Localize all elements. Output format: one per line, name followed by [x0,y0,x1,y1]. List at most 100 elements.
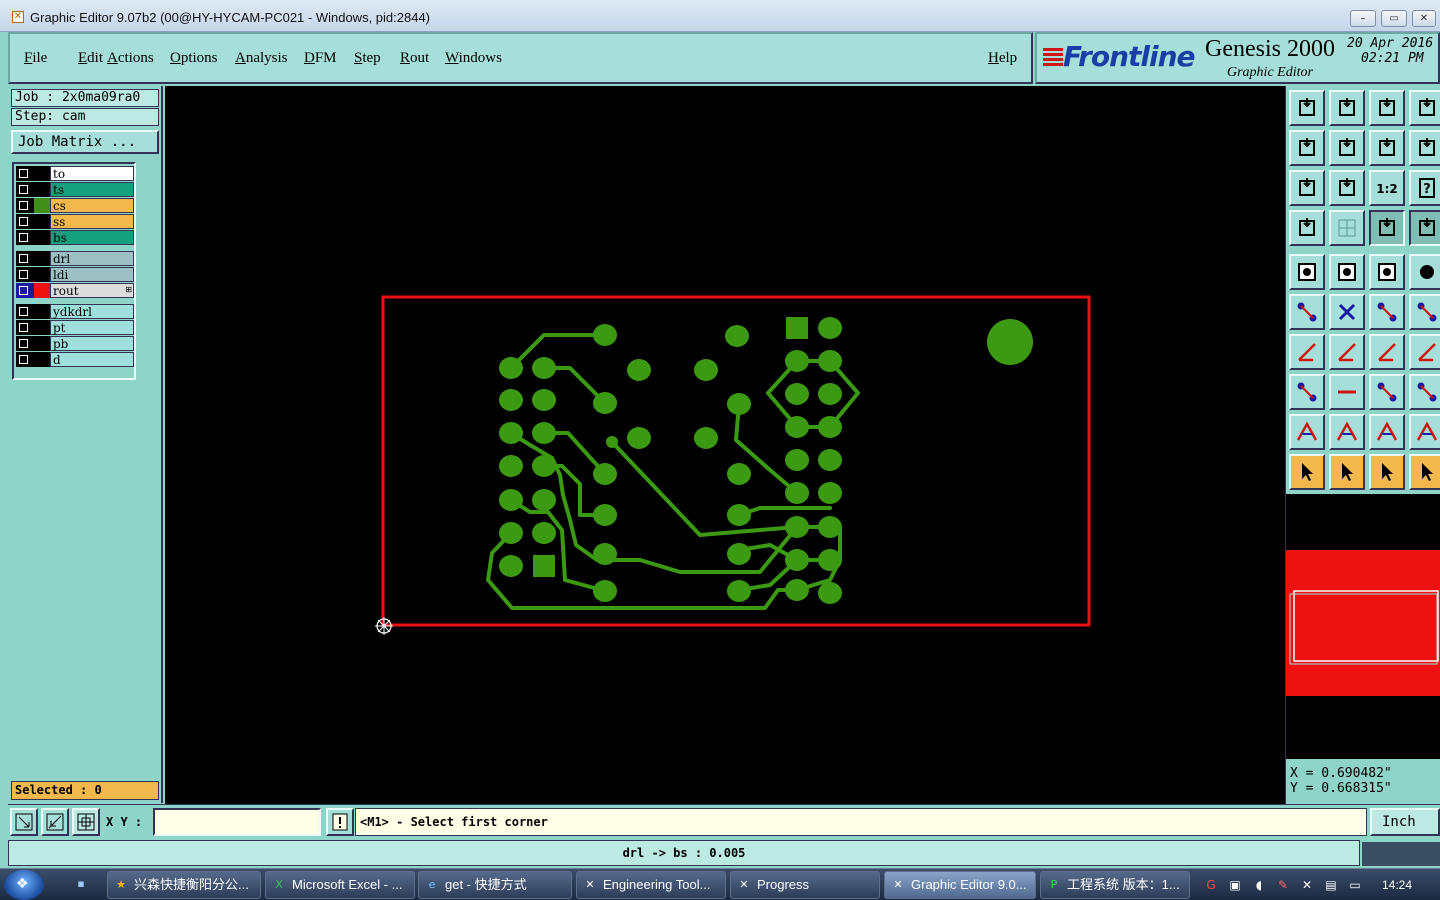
layer-name[interactable]: ss [50,214,134,229]
grid-snap-button[interactable] [72,808,100,836]
layer-row-ldi[interactable]: ldi [16,267,134,282]
layer-name[interactable]: d [50,352,134,367]
home-button[interactable] [1369,90,1405,126]
layer-name[interactable]: cs [50,198,134,213]
layer-name[interactable]: ydkdrl [50,304,134,319]
tray-monitor-icon[interactable]: ▭ [1348,878,1362,892]
layer-name[interactable]: to [50,166,134,181]
rotate-button[interactable] [1329,254,1365,290]
layer-checkbox[interactable] [16,214,34,229]
job-matrix-button[interactable]: Job Matrix ... [11,130,159,154]
zoom-fit-button[interactable] [1289,170,1325,206]
layer-row-pb[interactable]: pb [16,336,134,351]
layer-row-pt[interactable]: pt [16,320,134,335]
taskbar-item[interactable]: P 工程系统 版本：1... [1040,871,1190,899]
feature-b-button[interactable] [1329,414,1365,450]
menu-dfm[interactable]: DFM [304,50,337,67]
feature-c-button[interactable] [1369,414,1405,450]
zoom-1-2-button[interactable]: 1:2 [1369,170,1405,206]
tray-pen-icon[interactable]: ✎ [1276,878,1290,892]
taskbar-item[interactable]: ✕ Engineering Tool... [576,871,726,899]
layer-row-cs[interactable]: cs [16,198,134,213]
zoom-center-button[interactable] [1329,170,1365,206]
pointer-button[interactable] [1289,454,1325,490]
volume-icon[interactable]: ◖ [1252,878,1266,892]
layer-row-bs[interactable]: bs [16,230,134,245]
layer-color-swatch[interactable] [34,251,50,266]
select-net-button[interactable] [1289,294,1325,330]
close-button[interactable]: ✕ [1412,10,1436,27]
layers-cs-button[interactable] [1369,210,1405,246]
layer-checkbox[interactable] [16,283,34,298]
pointer-select-button[interactable] [1329,454,1365,490]
menu-actions[interactable]: Actions [107,50,154,67]
taskbar-item[interactable]: X Microsoft Excel - ... [265,871,415,899]
pointer-edit-button[interactable] [1369,454,1405,490]
layer-name[interactable]: bs [50,230,134,245]
overview-map[interactable] [1286,494,1440,759]
layer-color-swatch[interactable] [34,182,50,197]
save-job-button[interactable] [1329,90,1365,126]
snapshot-button[interactable] [1289,254,1325,290]
feature-d-button[interactable] [1409,414,1440,450]
line-draw-button[interactable] [1329,334,1365,370]
taskbar-item[interactable]: e get - 快捷方式 [418,871,572,899]
panel-button[interactable] [1409,90,1440,126]
import-button[interactable] [1289,130,1325,166]
open-job-button[interactable] [1289,90,1325,126]
connect-button[interactable] [1369,294,1405,330]
clock[interactable]: 14:24 [1382,878,1412,892]
layer-row-ts[interactable]: ts [16,182,134,197]
ruler-button[interactable] [1369,254,1405,290]
layer-checkbox[interactable] [16,230,34,245]
zoom-line-button[interactable] [41,808,69,836]
minus-button[interactable] [1329,374,1365,410]
taskbar-item[interactable]: ✕ Graphic Editor 9.0... [884,871,1036,899]
layer-row-to[interactable]: to [16,166,134,181]
extend-button[interactable] [1409,294,1440,330]
layer-color-swatch[interactable] [34,198,50,213]
layer-checkbox[interactable] [16,352,34,367]
feature-a-button[interactable] [1289,414,1325,450]
menu-edit[interactable]: Edit [78,50,103,67]
delete-button[interactable] [1329,294,1365,330]
alert-button[interactable] [326,808,354,836]
layer-color-swatch[interactable] [34,320,50,335]
help-button[interactable]: ? [1409,170,1440,206]
graphic-canvas[interactable] [165,86,1285,804]
units-toggle[interactable]: Inch [1370,808,1440,836]
menu-file[interactable]: File [24,50,47,67]
layer-color-swatch[interactable] [34,304,50,319]
settings-button[interactable] [1289,210,1325,246]
restore-button[interactable]: ▭ [1381,10,1407,27]
menu-rout[interactable]: Rout [400,50,429,67]
layer-color-swatch[interactable] [34,214,50,229]
layer-row-rout[interactable]: rout ⊞ [16,283,134,298]
tray-x-icon[interactable]: ✕ [1300,878,1314,892]
taskbar-item[interactable]: ✕ Progress [730,871,880,899]
menu-analysis[interactable]: Analysis [235,50,288,67]
layer-color-swatch[interactable] [34,166,50,181]
layer-row-d[interactable]: d [16,352,134,367]
layer-color-swatch[interactable] [34,336,50,351]
layer-color-swatch[interactable] [34,283,50,298]
redo-button[interactable] [1409,130,1440,166]
mirror-button[interactable] [1409,334,1440,370]
quick-launch-icon[interactable]: ▪ [68,871,94,899]
tray-shield-icon[interactable]: ▤ [1324,878,1338,892]
layer-name[interactable]: pb [50,336,134,351]
tray-app-icon[interactable]: G [1204,878,1218,892]
tray-network-icon[interactable]: ▣ [1228,878,1242,892]
export-button[interactable] [1329,130,1365,166]
layer-row-ss[interactable]: ss [16,214,134,229]
move-button[interactable] [1369,374,1405,410]
pad-button[interactable] [1409,254,1440,290]
layer-checkbox[interactable] [16,198,34,213]
layer-color-swatch[interactable] [34,230,50,245]
layer-name[interactable]: pt [50,320,134,335]
menu-help[interactable]: Help [988,50,1017,67]
layer-row-drl[interactable]: drl [16,251,134,266]
layer-checkbox[interactable] [16,166,34,181]
pointer-route-button[interactable] [1409,454,1440,490]
taskbar-item[interactable]: ★ 兴森快捷衡阳分公... [107,871,261,899]
